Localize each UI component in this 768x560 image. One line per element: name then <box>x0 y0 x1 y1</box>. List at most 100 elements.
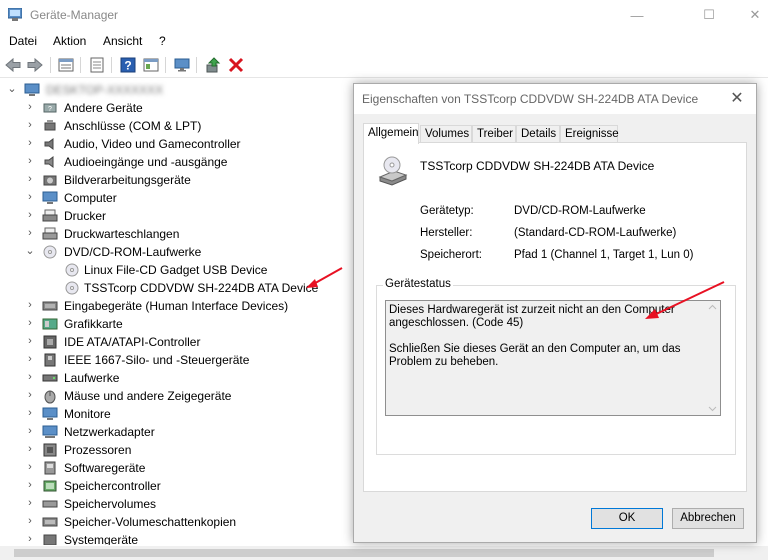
tree-category-item[interactable]: › Systemgeräte <box>24 531 354 545</box>
optical-drive-icon <box>378 156 408 186</box>
minimize-button[interactable]: — <box>614 0 660 30</box>
tree-category-item[interactable]: › Speichervolumes <box>24 495 354 513</box>
dialog-title: Eigenschaften von TSSTcorp CDDVDW SH-224… <box>362 92 699 106</box>
back-arrow-icon[interactable] <box>4 56 22 74</box>
menu-datei[interactable]: Datei <box>9 34 37 48</box>
tree-category-label: Grafikkarte <box>64 317 123 331</box>
tree-category-item[interactable]: › IEEE 1667-Silo- und -Steuergeräte <box>24 351 354 369</box>
expand-chevron-icon[interactable]: › <box>24 137 36 149</box>
expand-chevron-icon[interactable]: › <box>24 533 36 545</box>
expand-chevron-icon[interactable]: › <box>24 371 36 383</box>
tree-category-item[interactable]: ›? Andere Geräte <box>24 99 354 117</box>
expand-chevron-icon[interactable]: › <box>24 101 36 113</box>
tree-category-item[interactable]: › Audioeingänge und -ausgänge <box>24 153 354 171</box>
device-status-textbox[interactable]: Dieses Hardwaregerät ist zurzeit nicht a… <box>385 300 721 416</box>
document-icon[interactable] <box>88 56 106 74</box>
computer-icon <box>24 83 40 96</box>
tree-category-item[interactable]: › Speichercontroller <box>24 477 354 495</box>
help-icon[interactable]: ? <box>119 56 137 74</box>
tree-device-item[interactable]: Linux File-CD Gadget USB Device <box>64 261 394 279</box>
expand-chevron-icon[interactable]: › <box>24 407 36 419</box>
expand-chevron-icon[interactable]: › <box>24 461 36 473</box>
expand-chevron-icon[interactable]: › <box>24 227 36 239</box>
tab-details[interactable]: Details <box>516 125 560 143</box>
tree-root[interactable]: ⌄ DESKTOP-XXXXXXX <box>6 81 306 99</box>
tree-category-item[interactable]: › Bildverarbeitungsgeräte <box>24 171 354 189</box>
category-10-icon <box>42 318 58 330</box>
expand-chevron-icon[interactable]: › <box>24 335 36 347</box>
vertical-scrollbar[interactable] <box>705 301 720 415</box>
tab-treiber[interactable]: Treiber <box>472 125 516 143</box>
category-1-icon <box>44 120 56 131</box>
tree-category-item[interactable]: › IDE ATA/ATAPI-Controller <box>24 333 354 351</box>
tree-category-item[interactable]: › Eingabegeräte (Human Interface Devices) <box>24 297 354 315</box>
expand-chevron-icon[interactable]: › <box>24 191 36 203</box>
tree-category-item[interactable]: › Computer <box>24 189 354 207</box>
tree-category-item[interactable]: › Mäuse und andere Zeigegeräte <box>24 387 354 405</box>
tree-category-item[interactable]: › Druckwarteschlangen <box>24 225 354 243</box>
maximize-icon: ☐ <box>703 7 715 22</box>
category-12-icon <box>44 353 56 367</box>
device-manager-icon <box>8 8 22 21</box>
svg-text:?: ? <box>48 106 52 113</box>
prop-label-manufacturer: Hersteller: <box>420 227 473 239</box>
tree-device-item[interactable]: TSSTcorp CDDVDW SH-224DB ATA Device <box>64 279 394 297</box>
menu-ansicht[interactable]: Ansicht <box>103 34 142 48</box>
expand-chevron-icon[interactable]: › <box>24 173 36 185</box>
panel-icon[interactable] <box>142 56 160 74</box>
expand-chevron-icon[interactable]: › <box>24 443 36 455</box>
menu-aktion[interactable]: Aktion <box>53 34 86 48</box>
ok-button[interactable]: OK <box>591 508 663 529</box>
cancel-button[interactable]: Abbrechen <box>672 508 744 529</box>
tree-category-label: Bildverarbeitungsgeräte <box>64 173 191 187</box>
tree-category-item[interactable]: › Prozessoren <box>24 441 354 459</box>
forward-arrow-icon[interactable] <box>26 56 44 74</box>
expand-chevron-icon[interactable]: › <box>24 425 36 437</box>
category-11-icon <box>43 335 57 349</box>
dialog-title-bar: Eigenschaften von TSSTcorp CDDVDW SH-224… <box>354 84 756 114</box>
category-18-icon <box>44 461 56 475</box>
tree-category-item[interactable]: › Speicher-Volumeschattenkopien <box>24 513 354 531</box>
expand-chevron-icon[interactable]: › <box>24 119 36 131</box>
close-button[interactable]: ✕ <box>732 0 768 30</box>
tree-category-item[interactable]: › Drucker <box>24 207 354 225</box>
tree-category-item[interactable]: › Laufwerke <box>24 369 354 387</box>
tree-category-label: DVD/CD-ROM-Laufwerke <box>64 245 202 259</box>
expand-chevron-icon[interactable]: › <box>24 155 36 167</box>
tree-category-label: Laufwerke <box>64 371 120 385</box>
tree-category-label: Systemgeräte <box>64 533 139 545</box>
status-resolution: Schließen Sie dieses Gerät an den Comput… <box>389 343 681 368</box>
prop-label-location: Speicherort: <box>420 249 483 261</box>
expand-chevron-icon[interactable]: › <box>24 209 36 221</box>
properties-grid-icon[interactable] <box>57 56 75 74</box>
update-driver-icon[interactable] <box>204 56 222 74</box>
tab-ereignisse[interactable]: Ereignisse <box>560 125 619 143</box>
uninstall-x-icon[interactable] <box>227 56 245 74</box>
tab-volumes[interactable]: Volumes <box>420 125 472 143</box>
expand-chevron-icon[interactable]: › <box>24 353 36 365</box>
scrollbar-thumb[interactable] <box>14 549 714 557</box>
maximize-button[interactable]: ☐ <box>686 0 732 30</box>
category-8-icon <box>43 245 57 259</box>
collapse-chevron-icon[interactable]: ⌄ <box>6 83 18 95</box>
dialog-close-button[interactable]: ✕ <box>726 88 748 110</box>
expand-chevron-icon[interactable]: › <box>24 299 36 311</box>
tab-allgemein[interactable]: Allgemein <box>363 123 419 144</box>
tree-category-item[interactable]: › Grafikkarte <box>24 315 354 333</box>
expand-chevron-icon[interactable]: › <box>24 479 36 491</box>
tree-category-item[interactable]: › Audio, Video und Gamecontroller <box>24 135 354 153</box>
expand-chevron-icon[interactable]: › <box>24 497 36 509</box>
monitor-icon[interactable] <box>173 56 191 74</box>
tree-category-item[interactable]: › Monitore <box>24 405 354 423</box>
expand-chevron-icon[interactable]: › <box>24 317 36 329</box>
tree-category-item[interactable]: ⌄ DVD/CD-ROM-Laufwerke <box>24 243 354 261</box>
tree-category-item[interactable]: › Softwaregeräte <box>24 459 354 477</box>
expand-chevron-icon[interactable]: › <box>24 389 36 401</box>
tree-category-item[interactable]: › Netzwerkadapter <box>24 423 354 441</box>
expand-chevron-icon[interactable]: › <box>24 515 36 527</box>
menu-help[interactable]: ? <box>159 34 166 48</box>
collapse-chevron-icon[interactable]: ⌄ <box>24 245 36 257</box>
toolbar-separator <box>50 57 51 73</box>
horizontal-scrollbar[interactable] <box>0 546 768 560</box>
tree-category-item[interactable]: › Anschlüsse (COM & LPT) <box>24 117 354 135</box>
